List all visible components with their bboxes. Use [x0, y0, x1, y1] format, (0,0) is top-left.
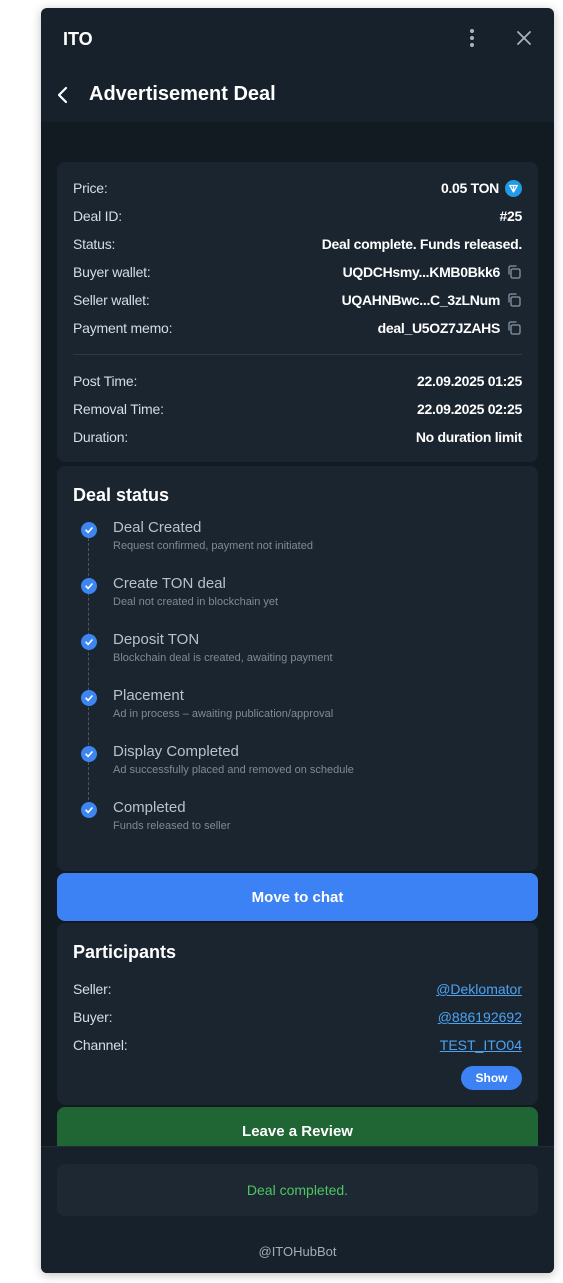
seller-wallet-label: Seller wallet: — [73, 292, 150, 308]
move-to-chat-button[interactable]: Move to chat — [57, 873, 538, 921]
mini-app-window: ITO Advertisement Deal Price: 0.05 TON D… — [41, 8, 554, 1273]
step-title: Display Completed — [113, 743, 239, 760]
step-title: Placement — [113, 687, 184, 704]
deal-id-value: #25 — [499, 208, 523, 224]
check-icon — [81, 578, 97, 594]
duration-label: Duration: — [73, 429, 129, 445]
close-icon[interactable] — [513, 27, 535, 49]
channel-link[interactable]: TEST_ITO04 — [440, 1037, 522, 1053]
deal-status-card: Deal status Deal Created Request confirm… — [57, 466, 538, 871]
buyer-row: Buyer: @886192692 — [73, 1007, 522, 1027]
check-icon — [81, 746, 97, 762]
copy-icon[interactable] — [506, 292, 522, 308]
seller-label: Seller: — [73, 981, 112, 997]
app-title: ITO — [63, 29, 93, 49]
step-subtitle: Ad successfully placed and removed on sc… — [113, 764, 354, 776]
step-title: Completed — [113, 799, 186, 816]
seller-link[interactable]: @Deklomator — [436, 981, 522, 997]
step-title: Deposit TON — [113, 631, 200, 648]
step-subtitle: Blockchain deal is created, awaiting pay… — [113, 652, 333, 664]
payment-memo-row: Payment memo: deal_U5OZ7JZAHS — [73, 318, 522, 338]
check-icon — [81, 522, 97, 538]
deal-id-row: Deal ID: #25 — [73, 206, 522, 226]
deal-info-card: Price: 0.05 TON Deal ID: #25 Status: Dea… — [57, 162, 538, 462]
timeline-step: Display Completed Ad successfully placed… — [81, 743, 501, 784]
more-vertical-icon[interactable] — [461, 26, 483, 50]
participants-title: Participants — [73, 942, 177, 962]
removal-time-label: Removal Time: — [73, 401, 164, 417]
content-area: Price: 0.05 TON Deal ID: #25 Status: Dea… — [41, 122, 554, 1155]
deal-completed-status: Deal completed. — [57, 1164, 538, 1216]
chevron-left-icon[interactable] — [51, 82, 75, 108]
step-subtitle: Request confirmed, payment not initiated — [113, 540, 313, 552]
timeline-step: Placement Ad in process – awaiting publi… — [81, 687, 501, 728]
bot-handle: @ITOHubBot — [258, 1244, 337, 1259]
duration-row: Duration: No duration limit — [73, 427, 522, 447]
timeline-step: Deal Created Request confirmed, payment … — [81, 519, 501, 560]
show-button[interactable]: Show — [461, 1066, 522, 1090]
buyer-wallet-row: Buyer wallet: UQDCHsmy...KMB0Bkk6 — [73, 262, 522, 282]
payment-memo-value: deal_U5OZ7JZAHS — [377, 320, 501, 336]
seller-row: Seller: @Deklomator — [73, 979, 522, 999]
removal-time-row: Removal Time: 22.09.2025 02:25 — [73, 399, 522, 419]
bottom-panel: Deal completed. @ITOHubBot — [41, 1146, 554, 1273]
status-label: Status: — [73, 236, 116, 252]
post-time-row: Post Time: 22.09.2025 01:25 — [73, 371, 522, 391]
status-value: Deal complete. Funds released. — [321, 236, 523, 252]
deal-id-label: Deal ID: — [73, 208, 122, 224]
title-bar: ITO — [41, 8, 554, 68]
step-subtitle: Funds released to seller — [113, 820, 231, 832]
buyer-wallet-label: Buyer wallet: — [73, 264, 151, 280]
step-title: Deal Created — [113, 519, 202, 536]
ton-icon — [505, 179, 522, 197]
buyer-link[interactable]: @886192692 — [438, 1009, 522, 1025]
timeline-step: Completed Funds released to seller — [81, 799, 501, 840]
copy-icon[interactable] — [506, 264, 522, 280]
step-subtitle: Deal not created in blockchain yet — [113, 596, 279, 608]
post-time-value: 22.09.2025 01:25 — [417, 373, 522, 389]
seller-wallet-value: UQAHNBwc...C_3zLNum — [341, 292, 501, 308]
removal-time-value: 22.09.2025 02:25 — [417, 401, 522, 417]
buyer-label: Buyer: — [73, 1009, 113, 1025]
check-icon — [81, 690, 97, 706]
timeline-step: Create TON deal Deal not created in bloc… — [81, 575, 501, 616]
price-label: Price: — [73, 180, 108, 196]
divider — [73, 354, 522, 355]
page-title: Advertisement Deal — [89, 83, 276, 105]
copy-icon[interactable] — [506, 320, 522, 336]
deal-status-title: Deal status — [73, 485, 170, 505]
check-icon — [81, 802, 97, 818]
channel-label: Channel: — [73, 1037, 128, 1053]
check-icon — [81, 634, 97, 650]
payment-memo-label: Payment memo: — [73, 320, 173, 336]
price-value: 0.05 TON — [440, 180, 499, 196]
price-row: Price: 0.05 TON — [73, 178, 522, 198]
post-time-label: Post Time: — [73, 373, 138, 389]
duration-value: No duration limit — [415, 429, 522, 445]
seller-wallet-row: Seller wallet: UQAHNBwc...C_3zLNum — [73, 290, 522, 310]
page-header: Advertisement Deal — [41, 68, 554, 122]
participants-card: Participants Seller: @Deklomator Buyer: … — [57, 923, 538, 1105]
channel-row: Channel: TEST_ITO04 — [73, 1035, 522, 1055]
status-row: Status: Deal complete. Funds released. — [73, 234, 522, 254]
step-subtitle: Ad in process – awaiting publication/app… — [113, 708, 334, 720]
timeline-step: Deposit TON Blockchain deal is created, … — [81, 631, 501, 672]
step-title: Create TON deal — [113, 575, 226, 592]
buyer-wallet-value: UQDCHsmy...KMB0Bkk6 — [342, 264, 501, 280]
